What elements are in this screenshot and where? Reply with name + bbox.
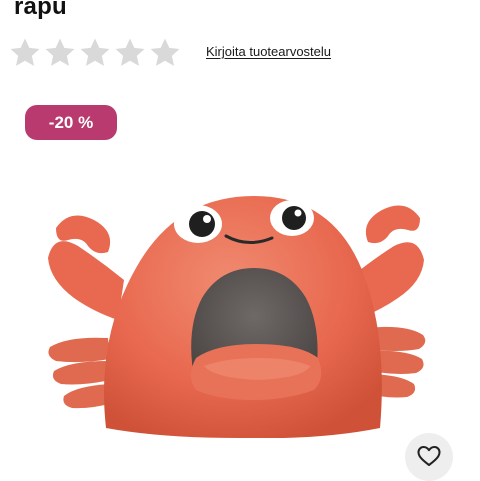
discount-badge: -20 % (25, 105, 117, 140)
write-review-link[interactable]: Kirjoita tuotearvostelu (206, 44, 331, 59)
rating-stars[interactable] (8, 36, 182, 70)
wishlist-button[interactable] (405, 433, 453, 481)
product-image[interactable] (36, 188, 436, 438)
star-icon (148, 36, 182, 70)
star-icon (113, 36, 147, 70)
star-icon (43, 36, 77, 70)
star-icon (78, 36, 112, 70)
heart-outline-icon (416, 443, 442, 472)
product-title: rapu (14, 0, 67, 20)
star-icon (8, 36, 42, 70)
crab-cat-bed-image (48, 196, 426, 438)
